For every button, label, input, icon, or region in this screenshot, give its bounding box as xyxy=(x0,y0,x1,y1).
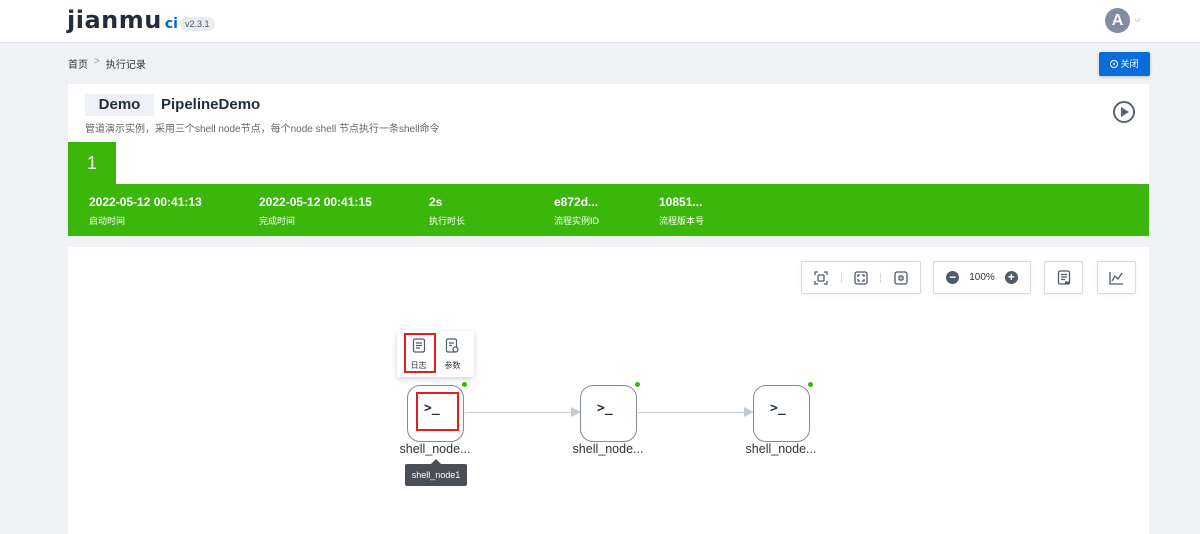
close-button-label: 关闭 xyxy=(1120,59,1139,69)
trend-chart-icon[interactable] xyxy=(1109,271,1124,285)
status-dot xyxy=(808,382,813,387)
stat-label: 流程版本号 xyxy=(659,216,705,226)
stat-label: 执行时长 xyxy=(429,216,466,226)
breadcrumb: 首页 > 执行记录 xyxy=(68,56,146,71)
stat-end-time: 2022-05-12 00:41:15 完成时间 xyxy=(259,195,372,227)
pipeline-title: PipelineDemo xyxy=(161,96,261,113)
pipeline-info-card: Demo PipelineDemo 管道演示实例，采用三个shell node节… xyxy=(68,84,1149,236)
actual-size-icon[interactable] xyxy=(881,262,920,293)
logo-text: jianmu xyxy=(67,6,162,34)
chevron-down-icon[interactable]: ⌵ xyxy=(1134,14,1141,25)
terminal-icon: >_ xyxy=(770,401,786,416)
fullscreen-icon[interactable] xyxy=(842,262,881,293)
zoom-level: 100% xyxy=(969,272,995,283)
node-label[interactable]: shell_node... xyxy=(390,442,480,456)
fit-view-icon[interactable] xyxy=(802,262,841,293)
breadcrumb-separator-icon: > xyxy=(94,56,100,67)
zoom-toolbar: − 100% + xyxy=(933,261,1031,294)
stat-label: 流程实例ID xyxy=(554,216,600,226)
user-avatar[interactable]: A xyxy=(1105,8,1130,33)
workflow-edge xyxy=(465,407,581,417)
stat-start-time: 2022-05-12 00:41:13 启动时间 xyxy=(89,195,202,227)
params-menu-label: 参数 xyxy=(444,361,461,370)
stat-value: 2022-05-12 00:41:15 xyxy=(259,195,372,209)
run-number-tab[interactable]: 1 xyxy=(68,142,116,184)
zoom-out-icon[interactable]: − xyxy=(946,271,960,284)
version-badge: v2.3.1 xyxy=(180,17,215,31)
chart-toolbar xyxy=(1097,261,1136,294)
breadcrumb-home[interactable]: 首页 xyxy=(68,56,88,71)
log-document-icon[interactable] xyxy=(1057,270,1071,285)
workflow-edge xyxy=(638,407,754,417)
terminal-icon: >_ xyxy=(597,401,613,416)
close-circle-icon xyxy=(1110,60,1119,68)
stat-label: 完成时间 xyxy=(259,216,296,226)
log-toolbar xyxy=(1044,261,1083,294)
params-menu-item[interactable]: 参数 xyxy=(437,335,468,372)
project-tag: Demo xyxy=(85,94,154,116)
log-highlight-box xyxy=(404,333,436,373)
stat-value[interactable]: 10851... xyxy=(659,195,704,209)
params-icon xyxy=(445,338,459,353)
logo-suffix: ci xyxy=(164,16,178,32)
node-label[interactable]: shell_node... xyxy=(563,442,653,456)
stat-version: 10851... 流程版本号 xyxy=(659,195,704,227)
stat-value: 2022-05-12 00:41:13 xyxy=(89,195,202,209)
status-dot xyxy=(635,382,640,387)
breadcrumb-current: 执行记录 xyxy=(105,60,146,71)
close-button[interactable]: 关闭 xyxy=(1099,52,1150,76)
stat-instance-id: e872d... 流程实例ID xyxy=(554,195,599,227)
workflow-canvas[interactable]: − 100% + >_ shell_node... >_ shell_node.… xyxy=(68,247,1149,534)
stat-duration: 2s 执行时长 xyxy=(429,195,465,227)
workflow-node[interactable]: >_ xyxy=(580,382,640,442)
view-toolbar xyxy=(801,261,921,294)
stat-label: 启动时间 xyxy=(89,216,126,226)
run-status-bar: 2022-05-12 00:41:13 启动时间 2022-05-12 00:4… xyxy=(68,184,1149,236)
node-tooltip: shell_node1 xyxy=(405,459,467,486)
pipeline-description: 管道演示实例，采用三个shell node节点，每个node shell 节点执… xyxy=(85,124,440,135)
stat-value: 2s xyxy=(429,195,443,209)
top-navbar: jianmu ci v2.3.1 A ⌵ xyxy=(0,0,1200,43)
workflow-node[interactable]: >_ xyxy=(753,382,813,442)
run-pipeline-play-icon[interactable] xyxy=(1113,101,1135,123)
node-highlight-box xyxy=(416,392,459,431)
status-dot xyxy=(462,382,467,387)
zoom-in-icon[interactable]: + xyxy=(1004,271,1018,284)
stat-value[interactable]: e872d... xyxy=(554,195,599,209)
jianmu-logo[interactable]: jianmu ci xyxy=(67,6,178,36)
node-label[interactable]: shell_node... xyxy=(736,442,826,456)
